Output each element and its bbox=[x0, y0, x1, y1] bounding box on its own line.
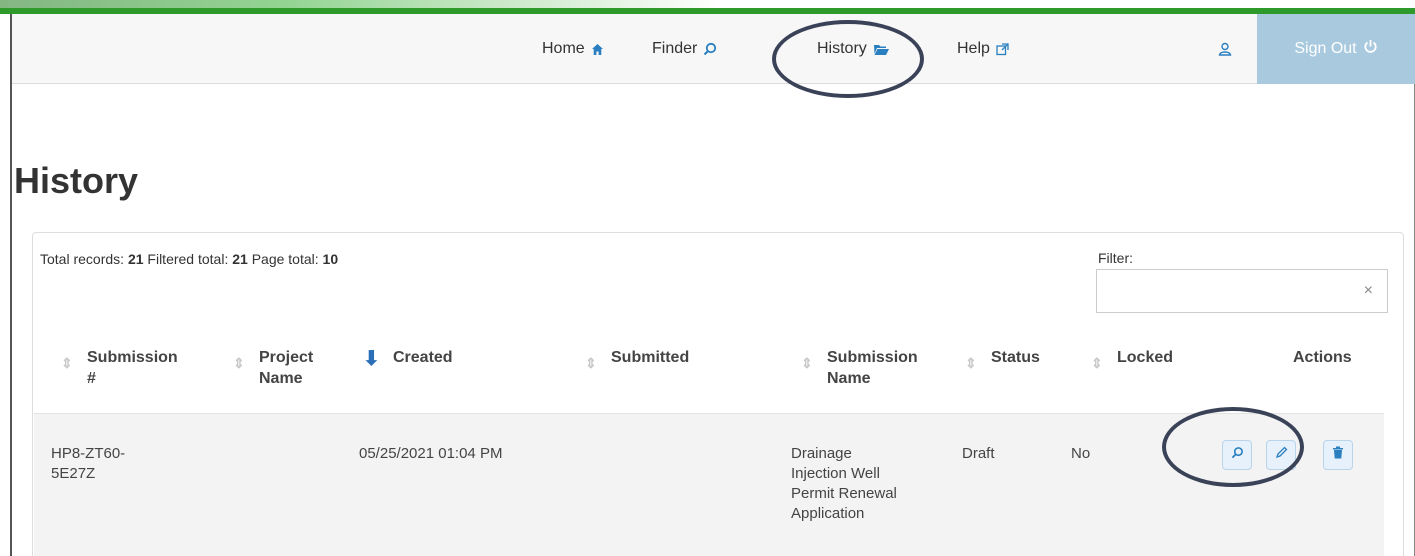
pencil-icon bbox=[1275, 446, 1288, 464]
filter-label: Filter: bbox=[1098, 250, 1133, 266]
cell-line: Permit Renewal bbox=[791, 485, 897, 502]
nav-history-link[interactable]: History bbox=[817, 14, 890, 84]
cell-line: Application bbox=[791, 505, 865, 522]
sort-icon: ⇕ bbox=[801, 355, 813, 371]
filtered-total-label: Filtered total: bbox=[147, 251, 229, 267]
page-title: History bbox=[14, 160, 139, 201]
page-total-value: 10 bbox=[322, 251, 339, 267]
nav-home-link[interactable]: Home bbox=[542, 14, 604, 84]
total-records-label: Total records: bbox=[40, 251, 125, 267]
home-icon bbox=[591, 43, 604, 56]
nav-help-label: Help bbox=[957, 40, 990, 57]
table-row: HP8-ZT60- 5E27Z 05/25/2021 01:04 PM Drai… bbox=[34, 413, 1384, 556]
header-line: Submission bbox=[827, 349, 918, 366]
cell-status: Draft bbox=[962, 445, 995, 462]
column-header-submission-name[interactable]: ⇕ Submission Name bbox=[801, 347, 918, 389]
column-header-submission-number[interactable]: ⇕ Submission # bbox=[61, 347, 178, 389]
cell-locked: No bbox=[1071, 445, 1091, 462]
history-table-panel: Total records: 21 Filtered total: 21 Pag… bbox=[32, 232, 1404, 556]
header-line: Locked bbox=[1117, 349, 1174, 366]
user-icon bbox=[1218, 42, 1232, 56]
filter-input[interactable]: × bbox=[1096, 269, 1388, 313]
folder-open-icon bbox=[873, 43, 890, 56]
top-navbar: Home Finder History Help Sign Out bbox=[12, 14, 1415, 84]
delete-button[interactable] bbox=[1323, 440, 1353, 470]
sort-icon: ⇕ bbox=[233, 355, 245, 371]
page-total-label: Page total: bbox=[251, 251, 319, 267]
nav-finder-label: Finder bbox=[652, 40, 698, 57]
clear-filter-button[interactable]: × bbox=[1364, 282, 1373, 300]
sort-icon: ⇕ bbox=[1091, 355, 1103, 371]
header-line: Submission bbox=[87, 349, 178, 366]
column-header-locked[interactable]: ⇕ Locked bbox=[1091, 347, 1174, 371]
header-line: Submitted bbox=[611, 349, 690, 366]
header-line: Status bbox=[991, 349, 1040, 366]
sort-descending-icon: ⬇ bbox=[363, 348, 380, 370]
column-header-project-name[interactable]: ⇕ Project Name bbox=[233, 347, 314, 389]
total-records-value: 21 bbox=[127, 251, 144, 267]
sort-icon: ⇕ bbox=[585, 355, 597, 371]
nav-finder-link[interactable]: Finder bbox=[652, 14, 717, 84]
nav-help-link[interactable]: Help bbox=[957, 14, 1009, 84]
cell-line: Injection Well bbox=[791, 465, 880, 482]
cell-line: HP8-ZT60- bbox=[51, 445, 126, 462]
records-summary: Total records: 21 Filtered total: 21 Pag… bbox=[40, 251, 338, 267]
nav-home-label: Home bbox=[542, 40, 585, 57]
cell-submission-name: Drainage Injection Well Permit Renewal A… bbox=[791, 444, 897, 524]
header-line: Created bbox=[393, 349, 453, 366]
sign-out-label: Sign Out bbox=[1294, 40, 1357, 57]
top-brand-strip bbox=[0, 0, 1415, 14]
cell-line: Drainage bbox=[791, 445, 852, 462]
power-icon bbox=[1363, 39, 1378, 59]
column-header-status[interactable]: ⇕ Status bbox=[965, 347, 1040, 371]
app-frame: Home Finder History Help Sign Out Histor… bbox=[10, 14, 1415, 556]
header-line: Actions bbox=[1293, 349, 1352, 366]
column-header-actions: Actions bbox=[1293, 347, 1352, 368]
edit-button[interactable] bbox=[1266, 440, 1296, 470]
sort-icon: ⇕ bbox=[61, 355, 73, 371]
cell-submission-number: HP8-ZT60- 5E27Z bbox=[51, 444, 125, 484]
cell-created: 05/25/2021 01:04 PM bbox=[359, 445, 503, 462]
column-header-created[interactable]: ⬇ Created bbox=[363, 347, 453, 370]
trash-icon bbox=[1332, 446, 1344, 464]
search-icon bbox=[703, 42, 717, 56]
header-line: Name bbox=[827, 370, 871, 387]
cell-line: 5E27Z bbox=[51, 465, 96, 482]
column-header-submitted[interactable]: ⇕ Submitted bbox=[585, 347, 690, 371]
external-link-icon bbox=[996, 42, 1009, 56]
header-line: # bbox=[87, 370, 96, 387]
filtered-total-value: 21 bbox=[232, 251, 248, 267]
user-profile-link[interactable] bbox=[1212, 14, 1232, 84]
nav-history-label: History bbox=[817, 40, 867, 57]
sign-out-button[interactable]: Sign Out bbox=[1257, 14, 1415, 84]
view-button[interactable] bbox=[1222, 440, 1252, 470]
sort-icon: ⇕ bbox=[965, 355, 977, 371]
header-line: Name bbox=[259, 370, 303, 387]
search-icon bbox=[1231, 446, 1244, 464]
header-line: Project bbox=[259, 349, 314, 366]
